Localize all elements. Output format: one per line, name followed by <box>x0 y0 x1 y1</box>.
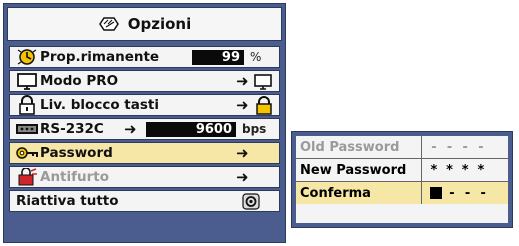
new-password-label: New Password <box>296 159 422 181</box>
monitor-icon <box>14 71 40 91</box>
reset-icon <box>242 193 260 210</box>
confirm-password-value: - - - <box>448 185 488 201</box>
arrow-right-icon: ➜ <box>236 72 249 90</box>
arrow-right-icon: ➜ <box>124 120 137 138</box>
menu-item-label: Prop.rimanente <box>40 49 160 65</box>
menu-item-lamp-life[interactable]: Prop.rimanente 99 % <box>9 46 280 68</box>
menu-item-label: Riattiva tutto <box>16 193 119 209</box>
confirm-password-row[interactable]: Conferma - - - <box>296 182 508 204</box>
confirm-password-label: Conferma <box>296 182 422 204</box>
rs232c-value: 9600 <box>146 122 236 137</box>
menu-item-keylock[interactable]: Liv. blocco tasti ➜ <box>9 94 280 116</box>
old-password-value: - - - - <box>430 139 485 155</box>
password-panel-body: Old Password - - - - New Password * * * … <box>296 136 508 223</box>
options-menu: Opzioni Prop.rimanente 99 % Modo PRO ➜ L… <box>3 3 286 243</box>
rs232c-unit: bps <box>242 122 267 136</box>
arrow-right-icon: ➜ <box>236 96 249 114</box>
lamp-timer-icon <box>14 47 40 67</box>
password-panel: Old Password - - - - New Password * * * … <box>291 131 513 228</box>
new-password-row[interactable]: New Password * * * * <box>296 159 508 181</box>
old-password-row[interactable]: Old Password - - - - <box>296 136 508 158</box>
arrow-right-icon: ➜ <box>236 144 249 162</box>
antitheft-icon <box>14 167 40 187</box>
input-cursor <box>430 187 442 199</box>
lamp-life-value: 99 <box>192 50 244 65</box>
new-password-value: * * * * <box>430 162 485 178</box>
menu-item-rs232c[interactable]: RS-232C ➜ 9600 bps <box>9 118 280 140</box>
serial-port-icon <box>14 119 40 139</box>
lamp-life-unit: % <box>250 50 262 64</box>
menu-item-pro-mode[interactable]: Modo PRO ➜ <box>9 70 280 92</box>
menu-item-label: Antifurto <box>40 169 110 185</box>
menu-title: Opzioni <box>127 15 192 33</box>
menu-item-label: RS-232C <box>40 121 104 137</box>
monitor-small-icon <box>253 73 273 90</box>
old-password-label: Old Password <box>296 136 422 158</box>
menu-item-password[interactable]: Password ➜ <box>9 142 280 164</box>
confirm-password-field[interactable]: - - - <box>422 186 508 201</box>
menu-item-antitheft[interactable]: Antifurto ➜ <box>9 166 280 188</box>
menu-item-label: Password <box>40 145 113 161</box>
key-icon <box>14 143 40 163</box>
options-icon <box>98 15 120 33</box>
lock-icon <box>14 95 40 115</box>
menu-item-label: Modo PRO <box>40 73 119 89</box>
lock-small-icon <box>255 96 273 115</box>
menu-item-label: Liv. blocco tasti <box>40 97 159 113</box>
arrow-right-icon: ➜ <box>236 168 249 186</box>
menu-item-reset-all[interactable]: Riattiva tutto <box>9 190 280 212</box>
menu-title-bar: Opzioni <box>7 7 282 41</box>
